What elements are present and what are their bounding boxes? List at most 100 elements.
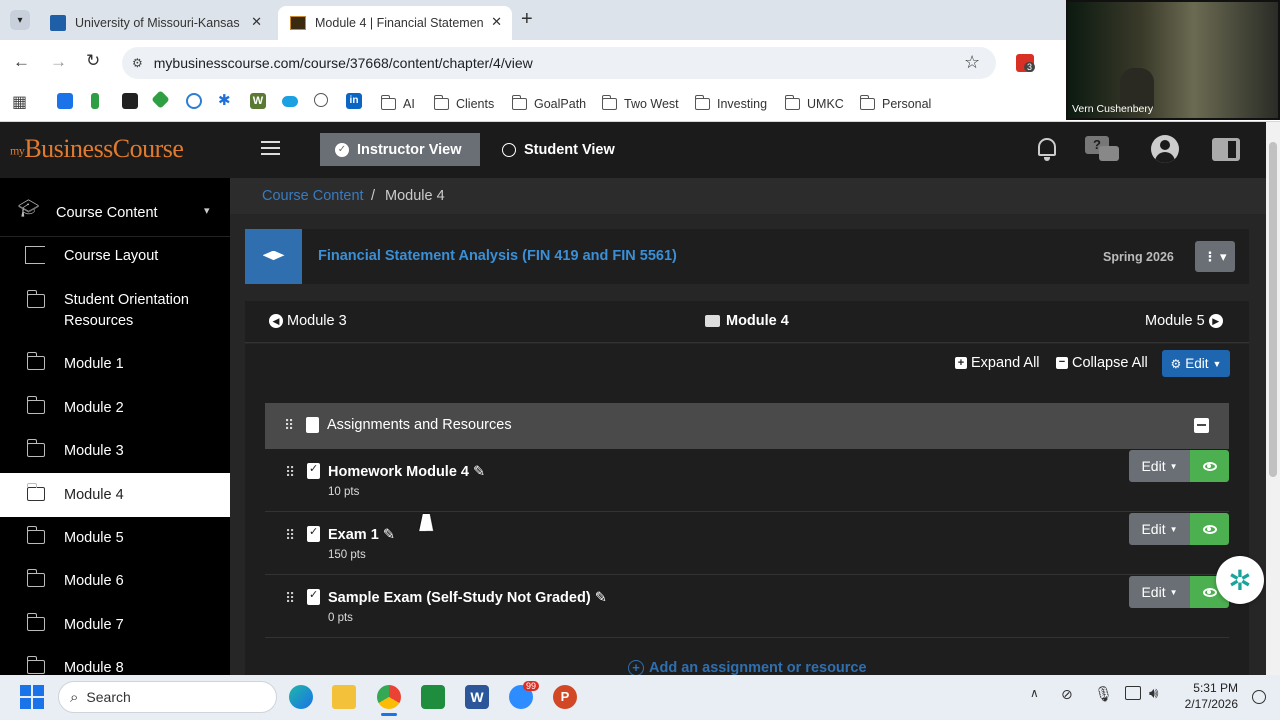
- mx-icon[interactable]: [122, 93, 138, 109]
- file-explorer-icon[interactable]: [332, 685, 356, 709]
- site-settings-icon[interactable]: ⚙: [132, 56, 143, 70]
- tab-close-icon[interactable]: ✕: [251, 14, 262, 30]
- tab-close-icon[interactable]: ✕: [491, 14, 502, 30]
- help-chat-icon[interactable]: ?: [1085, 136, 1120, 163]
- chrome-icon[interactable]: [377, 685, 401, 709]
- sidebar-item-module-8[interactable]: Module 8: [0, 656, 230, 675]
- reload-icon[interactable]: ↻: [86, 51, 100, 71]
- bookmark-personal[interactable]: Personal: [859, 92, 931, 116]
- assignment-title[interactable]: Homework Module 4 ✎: [328, 464, 485, 480]
- network-off-icon[interactable]: ⊘: [1061, 686, 1073, 703]
- display-icon[interactable]: [1125, 686, 1141, 700]
- notification-icon[interactable]: [1252, 690, 1266, 704]
- globe-icon[interactable]: [314, 93, 328, 107]
- microphone-icon[interactable]: 🎙︎: [1094, 685, 1113, 703]
- app-logo[interactable]: myBusinessCourse: [10, 134, 184, 164]
- visibility-eye-button[interactable]: [1190, 450, 1229, 482]
- active-app-indicator: [381, 713, 397, 716]
- edge-browser-icon[interactable]: [289, 685, 313, 709]
- module-edit-button[interactable]: ⚙ Edit ▼: [1162, 350, 1230, 377]
- bookmark-investing[interactable]: Investing: [694, 92, 767, 116]
- edit-pencil-icon[interactable]: ✎: [383, 527, 395, 543]
- bookmark-two-west[interactable]: Two West: [601, 92, 679, 116]
- next-module-link[interactable]: Module 5 ▶: [1145, 313, 1223, 329]
- ai-assistant-icon[interactable]: ✲: [1216, 556, 1264, 604]
- snowflake-icon[interactable]: ✱: [218, 91, 234, 109]
- collapse-section-icon[interactable]: [1194, 418, 1209, 433]
- pen-icon[interactable]: [91, 93, 99, 109]
- course-title[interactable]: Financial Statement Analysis (FIN 419 an…: [318, 248, 677, 264]
- student-view-button[interactable]: Student View: [500, 133, 640, 166]
- tab-umkc[interactable]: University of Missouri-Kansas C ✕: [38, 6, 272, 40]
- breadcrumb-course-content-link[interactable]: Course Content: [262, 188, 364, 204]
- windows-start-icon[interactable]: [20, 685, 44, 709]
- assignment-title[interactable]: Exam 1 ✎: [328, 527, 395, 543]
- outlook-icon[interactable]: [57, 93, 73, 109]
- bookmark-ai[interactable]: AI: [380, 92, 415, 116]
- word-icon[interactable]: W: [465, 685, 489, 709]
- download-app-icon[interactable]: [421, 685, 445, 709]
- visibility-eye-button[interactable]: [1190, 513, 1229, 545]
- edge-e-icon[interactable]: [186, 93, 202, 109]
- extension-icon[interactable]: 3: [1016, 54, 1036, 72]
- add-resource-link[interactable]: + Add an assignment or resource: [628, 660, 867, 675]
- url-field[interactable]: ⚙ mybusinesscourse.com/course/37668/cont…: [122, 47, 996, 79]
- video-thumbnail[interactable]: Vern Cushenbery: [1066, 0, 1280, 120]
- bookmark-star-icon[interactable]: ☆: [964, 52, 980, 73]
- bookmark-goalpath[interactable]: GoalPath: [511, 92, 586, 116]
- linkedin-icon[interactable]: in: [346, 93, 362, 109]
- taskbar-search-box[interactable]: ⌕ Search: [58, 681, 277, 713]
- sidebar-item-module-1[interactable]: Module 1: [0, 352, 230, 376]
- sidebar-item-module-2[interactable]: Module 2: [0, 396, 230, 420]
- tab-module-4[interactable]: Module 4 | Financial Statement ✕: [278, 6, 512, 40]
- collapse-all-button[interactable]: − Collapse All: [1056, 355, 1148, 371]
- powerpoint-icon[interactable]: P: [553, 685, 577, 709]
- drag-handle-icon[interactable]: ⠿: [285, 590, 296, 607]
- sidebar-item-module-4[interactable]: Module 4: [0, 473, 230, 517]
- sidebar-item-label: Module 8: [64, 660, 124, 675]
- sidebar-header-course-content[interactable]: 🎓︎ Course Content ▾: [0, 198, 230, 228]
- tray-chevron-up-icon[interactable]: ∧: [1030, 686, 1039, 700]
- section-header[interactable]: ⠿ Assignments and Resources: [265, 403, 1229, 449]
- speaker-icon[interactable]: 🔊︎: [1149, 685, 1158, 702]
- page-scrollbar[interactable]: [1266, 122, 1280, 675]
- edit-pencil-icon[interactable]: ✎: [473, 464, 485, 480]
- prev-module-link[interactable]: ◀ Module 3: [269, 313, 347, 329]
- w-square-icon[interactable]: W: [250, 93, 266, 109]
- panel-toggle-icon[interactable]: [1212, 138, 1240, 161]
- back-arrow-icon[interactable]: ←: [13, 52, 30, 72]
- folder-icon: [859, 95, 875, 110]
- clock[interactable]: 5:31 PM 2/17/2026: [1180, 680, 1238, 712]
- cloud-icon[interactable]: [282, 96, 298, 107]
- new-tab-plus-icon[interactable]: +: [521, 8, 533, 31]
- instructor-view-button[interactable]: ✓ Instructor View: [320, 133, 480, 166]
- course-card: Financial Statement Analysis (FIN 419 an…: [245, 229, 1249, 284]
- apps-grid-icon[interactable]: ▦: [12, 92, 27, 112]
- assignment-edit-button[interactable]: Edit ▼: [1129, 450, 1190, 482]
- user-avatar-icon[interactable]: [1151, 135, 1179, 163]
- drag-handle-icon[interactable]: ⠿: [285, 464, 296, 481]
- edit-pencil-icon[interactable]: ✎: [595, 590, 607, 606]
- drag-handle-icon[interactable]: ⠿: [284, 417, 294, 434]
- assignment-edit-button[interactable]: Edit ▼: [1129, 576, 1190, 608]
- sidebar-item-module-3[interactable]: Module 3: [0, 439, 230, 463]
- sidebar-item-module-6[interactable]: Module 6: [0, 569, 230, 593]
- sidebar-item-module-7[interactable]: Module 7: [0, 613, 230, 637]
- forward-arrow-icon[interactable]: →: [50, 52, 67, 72]
- hamburger-menu-icon[interactable]: [261, 141, 280, 155]
- bookmark-umkc[interactable]: UMKC: [784, 92, 844, 116]
- assignment-title[interactable]: Sample Exam (Self-Study Not Graded) ✎: [328, 590, 607, 606]
- drag-handle-icon[interactable]: ⠿: [285, 527, 296, 544]
- bell-icon[interactable]: [1035, 136, 1059, 162]
- bookmark-clients[interactable]: Clients: [433, 92, 494, 116]
- sidebar-item-course-layout[interactable]: Course Layout: [0, 244, 230, 268]
- sidebar-item-module-5[interactable]: Module 5: [0, 526, 230, 550]
- sidebar-item-student-orientation[interactable]: Student Orientation Resources: [0, 290, 230, 334]
- course-options-button[interactable]: ⋮ ▾: [1195, 241, 1235, 272]
- folder-icon: [26, 290, 45, 308]
- expand-all-button[interactable]: + Expand All: [955, 355, 1040, 371]
- assignment-edit-button[interactable]: Edit ▼: [1129, 513, 1190, 545]
- taskbar-search-placeholder: Search: [86, 689, 131, 705]
- tab-search-chevron-icon[interactable]: ▾: [10, 10, 30, 30]
- scrollbar-thumb[interactable]: [1269, 142, 1277, 477]
